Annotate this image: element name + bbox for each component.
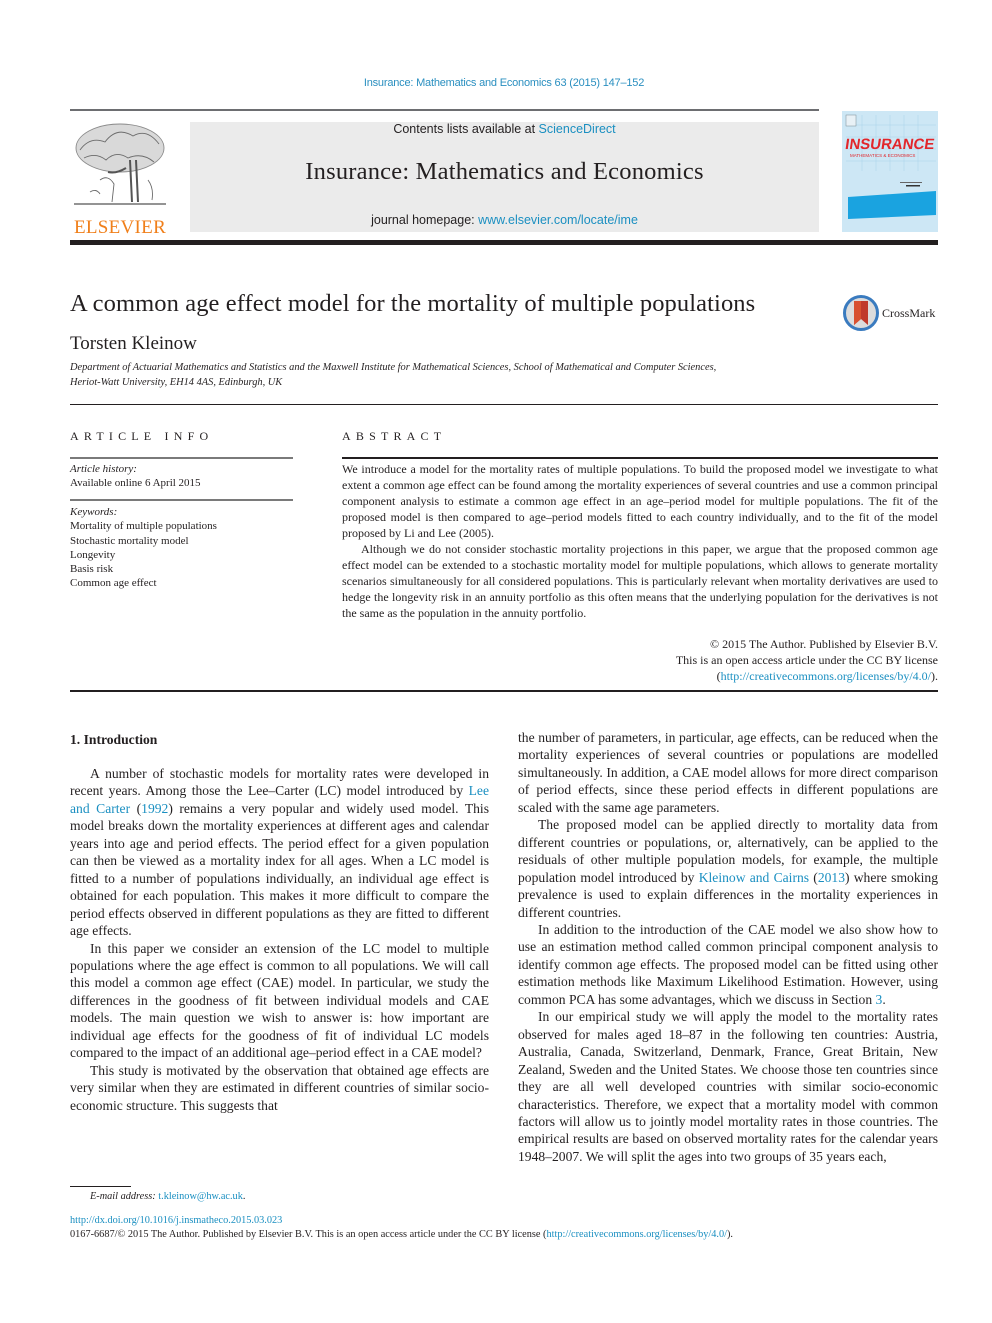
body-paragraph: In our empirical study we will apply the… xyxy=(518,1009,938,1164)
abstract-body: We introduce a model for the mortality r… xyxy=(342,461,938,621)
copyright-line: © 2015 The Author. Published by Elsevier… xyxy=(709,637,938,651)
citation-link-1992[interactable]: 1992 xyxy=(141,801,168,816)
citation-link-kleinow-cairns[interactable]: Kleinow and Cairns xyxy=(699,870,809,885)
section-heading-introduction: 1. Introduction xyxy=(70,732,158,747)
elsevier-wordmark: ELSEVIER xyxy=(73,217,167,238)
citation-link-2013[interactable]: 2013 xyxy=(818,870,845,885)
sciencedirect-link[interactable]: ScienceDirect xyxy=(539,122,616,136)
text-run: A number of stochastic models for mortal… xyxy=(70,766,489,799)
abstract-paragraph: We introduce a model for the mortality r… xyxy=(342,462,938,540)
crossmark-label: CrossMark xyxy=(882,305,936,320)
footer-cc-license-link[interactable]: http://creativecommons.org/licenses/by/4… xyxy=(546,1229,727,1240)
text-run: . xyxy=(242,1191,246,1202)
author-name: Torsten Kleinow xyxy=(70,333,197,354)
cover-subtitle: MATHEMATICS & ECONOMICS xyxy=(850,153,915,158)
keywords-list: Keywords: Mortality of multiple populati… xyxy=(70,505,217,591)
keyword-item: Mortality of multiple populations xyxy=(70,520,217,533)
footer-license-line: 0167-6687/© 2015 The Author. Published b… xyxy=(70,1229,733,1240)
body-paragraph: A number of stochastic models for mortal… xyxy=(70,765,489,940)
body-column-right: the number of parameters, in particular,… xyxy=(518,729,938,1165)
title-rule xyxy=(70,404,938,405)
crossmark-badge[interactable]: CrossMark xyxy=(843,295,943,331)
article-history-value: Available online 6 April 2015 xyxy=(70,477,201,490)
journal-reference-link[interactable]: Insurance: Mathematics and Economics 63 … xyxy=(0,77,992,89)
journal-homepage-link[interactable]: www.elsevier.com/locate/ime xyxy=(478,213,638,227)
text-run: ) remains a very popular and widely used… xyxy=(70,800,489,939)
abstract-paragraph: Although we do not consider stochastic m… xyxy=(342,542,938,620)
crossmark-icon xyxy=(843,295,879,331)
journal-title: Insurance: Mathematics and Economics xyxy=(305,158,704,185)
affiliation-line: Heriot-Watt University, EH14 4AS, Edinbu… xyxy=(70,377,283,388)
homepage-prefix: journal homepage: xyxy=(371,213,479,227)
doi-link[interactable]: http://dx.doi.org/10.1016/j.insmatheco.2… xyxy=(70,1215,282,1226)
text-run: ( xyxy=(809,869,818,885)
elsevier-logo: ELSEVIER xyxy=(70,120,170,238)
text-run: ( xyxy=(130,800,142,816)
cover-title: INSURANCE xyxy=(844,136,935,153)
article-info-rule xyxy=(70,457,293,459)
keywords-rule xyxy=(70,499,293,501)
elsevier-tree-icon xyxy=(74,123,166,205)
paren-close: ). xyxy=(931,669,938,683)
license-url-line: (http://creativecommons.org/licenses/by/… xyxy=(540,668,938,684)
cover-art: INSURANCE MATHEMATICS & ECONOMICS xyxy=(842,111,938,232)
text-run: . xyxy=(882,991,886,1007)
journal-banner: Contents lists available at ScienceDirec… xyxy=(190,122,819,232)
keywords-label: Keywords: xyxy=(70,506,118,518)
footnote-rule xyxy=(70,1186,131,1187)
keyword-item: Common age effect xyxy=(70,577,157,590)
abstract-rule xyxy=(342,457,938,459)
article-history-label: Article history: xyxy=(70,463,137,475)
text-run: 0167-6687/© 2015 The Author. Published b… xyxy=(70,1229,547,1240)
contents-prefix: Contents lists available at xyxy=(393,122,539,136)
body-column-left: A number of stochastic models for mortal… xyxy=(70,765,489,1114)
email-label: E-mail address: xyxy=(90,1191,159,1202)
keyword-item: Stochastic mortality model xyxy=(70,534,189,547)
body-paragraph: The proposed model can be applied direct… xyxy=(518,816,938,921)
article-title: A common age effect model for the mortal… xyxy=(70,290,756,317)
banner-thick-rule xyxy=(70,240,938,245)
journal-cover-image[interactable]: INSURANCE MATHEMATICS & ECONOMICS xyxy=(842,111,938,232)
abstract-copyright: © 2015 The Author. Published by Elsevier… xyxy=(540,636,938,684)
body-paragraph: the number of parameters, in particular,… xyxy=(518,730,938,815)
header-rule xyxy=(70,109,819,111)
cc-license-link[interactable]: http://creativecommons.org/licenses/by/4… xyxy=(721,669,931,683)
license-text: This is an open access article under the… xyxy=(675,653,938,667)
affiliation-line: Department of Actuarial Mathematics and … xyxy=(70,362,717,373)
author-affiliation: Department of Actuarial Mathematics and … xyxy=(70,360,830,390)
body-paragraph: In this paper we consider an extension o… xyxy=(70,940,489,1061)
body-paragraph: This study is motivated by the observati… xyxy=(70,1062,489,1113)
homepage-line: journal homepage: www.elsevier.com/locat… xyxy=(190,213,819,227)
article-history: Article history: Available online 6 Apri… xyxy=(70,462,201,491)
author-email-link[interactable]: t.kleinow@hw.ac.uk xyxy=(158,1191,243,1202)
abstract-bottom-rule xyxy=(70,690,938,692)
keyword-item: Basis risk xyxy=(70,563,114,576)
article-info-heading: ARTICLE INFO xyxy=(70,429,214,443)
keyword-item: Longevity xyxy=(70,548,116,561)
body-paragraph: In addition to the introduction of the C… xyxy=(518,921,938,1008)
contents-line: Contents lists available at ScienceDirec… xyxy=(190,122,819,136)
abstract-heading: ABSTRACT xyxy=(342,429,447,443)
text-run: ). xyxy=(727,1229,734,1240)
footnote-email: E-mail address: t.kleinow@hw.ac.uk. xyxy=(90,1191,245,1202)
